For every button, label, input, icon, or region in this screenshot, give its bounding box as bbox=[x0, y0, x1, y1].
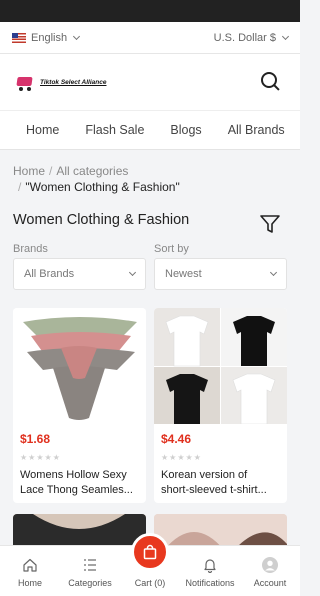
status-bar bbox=[0, 0, 300, 22]
bell-icon bbox=[204, 559, 216, 573]
cart-logo-icon bbox=[14, 73, 36, 91]
us-flag-icon bbox=[12, 32, 26, 43]
brands-select-value: All Brands bbox=[24, 268, 75, 280]
language-label: English bbox=[31, 31, 68, 44]
nav-notifications-label: Notifications bbox=[185, 578, 235, 588]
top-bar: English U.S. Dollar $ bbox=[0, 22, 300, 54]
site-header: Tiktok Select Alliance bbox=[0, 54, 300, 110]
product-price: $4.46 bbox=[161, 432, 192, 446]
search-icon[interactable] bbox=[260, 71, 282, 93]
nav-notifications[interactable]: Notifications bbox=[180, 546, 240, 596]
tab-home[interactable]: Home bbox=[26, 123, 59, 137]
breadcrumb-home[interactable]: Home bbox=[13, 164, 45, 178]
logo-text: Tiktok Select Alliance bbox=[40, 78, 107, 86]
product-image bbox=[13, 308, 146, 424]
tab-flash-sale[interactable]: Flash Sale bbox=[85, 123, 144, 137]
product-card[interactable]: $1.68 ★★★★★ Womens Hollow Sexy Lace Thon… bbox=[13, 308, 146, 503]
tab-blogs[interactable]: Blogs bbox=[170, 123, 201, 137]
currency-label: U.S. Dollar $ bbox=[213, 31, 276, 44]
brands-label: Brands bbox=[13, 243, 48, 255]
shopping-bag-icon bbox=[143, 544, 157, 560]
sort-label: Sort by bbox=[154, 243, 189, 255]
list-icon bbox=[84, 559, 96, 571]
nav-cart-label: Cart (0) bbox=[134, 578, 166, 588]
nav-home[interactable]: Home bbox=[0, 546, 60, 596]
brands-select[interactable]: All Brands bbox=[13, 258, 146, 290]
breadcrumb: Home / All categories / "Women Clothing & F… bbox=[13, 164, 180, 194]
nav-categories-label: Categories bbox=[68, 578, 112, 588]
product-price: $1.68 bbox=[20, 432, 51, 446]
tab-all-brands[interactable]: All Brands bbox=[228, 123, 285, 137]
chevron-down-icon bbox=[281, 32, 290, 40]
currency-selector[interactable]: U.S. Dollar $ bbox=[213, 31, 290, 44]
avatar-icon bbox=[262, 557, 278, 573]
nav-account[interactable]: Account bbox=[240, 546, 300, 596]
page-title: Women Clothing & Fashion bbox=[13, 212, 190, 228]
cart-button[interactable] bbox=[131, 533, 169, 571]
nav-account-label: Account bbox=[253, 578, 287, 588]
breadcrumb-current: "Women Clothing & Fashion" bbox=[25, 180, 180, 194]
rating-stars: ★★★★★ bbox=[20, 453, 61, 462]
product-name: Korean version of short-sleeved t-shirt.… bbox=[161, 469, 267, 496]
chevron-down-icon bbox=[128, 268, 137, 277]
nav-tabs: Home Flash Sale Blogs All Brands bbox=[0, 110, 300, 150]
nav-home-label: Home bbox=[17, 578, 42, 588]
sort-select[interactable]: Newest bbox=[154, 258, 287, 290]
breadcrumb-categories[interactable]: All categories bbox=[56, 164, 128, 178]
nav-categories[interactable]: Categories bbox=[60, 546, 120, 596]
home-icon bbox=[23, 558, 37, 572]
site-logo[interactable]: Tiktok Select Alliance bbox=[14, 73, 106, 91]
product-name: Womens Hollow Sexy Lace Thong Seamles... bbox=[20, 469, 133, 496]
product-image bbox=[154, 308, 287, 425]
product-card[interactable]: $4.46 ★★★★★ Korean version of short-slee… bbox=[154, 308, 287, 503]
chevron-down-icon bbox=[73, 32, 81, 40]
sort-select-value: Newest bbox=[165, 268, 202, 280]
filter-icon[interactable] bbox=[259, 213, 281, 235]
language-selector[interactable]: English bbox=[12, 31, 81, 44]
chevron-down-icon bbox=[269, 268, 278, 277]
rating-stars: ★★★★★ bbox=[161, 453, 202, 462]
